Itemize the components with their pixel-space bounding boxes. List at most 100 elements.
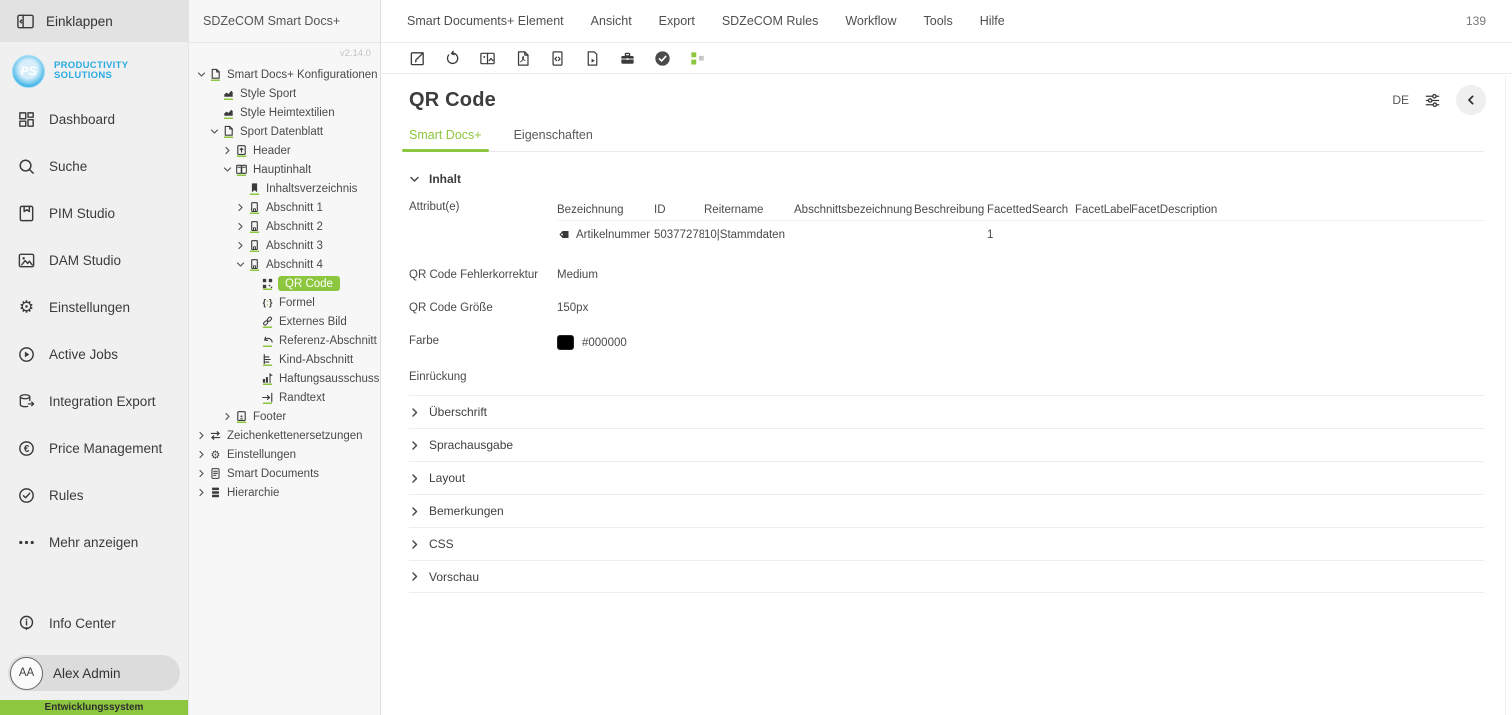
tree-node-label: Abschnitt 4 bbox=[266, 259, 323, 271]
tab-eigenschaften[interactable]: Eigenschaften bbox=[514, 128, 593, 151]
qr-size-value[interactable]: 150px bbox=[557, 300, 588, 314]
menu-workflow[interactable]: Workflow bbox=[845, 14, 896, 28]
tree-node-footer[interactable]: Footer bbox=[189, 407, 380, 426]
tree-chevron-right-icon[interactable] bbox=[195, 431, 208, 440]
section-header-sprachausgabe[interactable]: Sprachausgabe bbox=[409, 428, 1484, 461]
sidebar-item-suche[interactable]: Suche bbox=[0, 143, 188, 190]
tree-chevron-right-icon[interactable] bbox=[195, 488, 208, 497]
chevron-down-icon bbox=[409, 174, 420, 185]
tree-node-smart-documents[interactable]: Smart Documents bbox=[189, 464, 380, 483]
sidebar-item-dam-studio[interactable]: DAM Studio bbox=[0, 237, 188, 284]
menubar: Smart Documents+ Element Ansicht Export SDZ… bbox=[381, 0, 1512, 43]
sidebar-item-rules[interactable]: Rules bbox=[0, 472, 188, 519]
tree-node-label: Abschnitt 2 bbox=[266, 221, 323, 233]
menu-ansicht[interactable]: Ansicht bbox=[591, 14, 632, 28]
column-header-beschreibung: Beschreibung bbox=[914, 204, 987, 216]
tree-node-formel[interactable]: {:}Formel bbox=[189, 293, 380, 312]
collapse-sidebar-button[interactable]: Einklappen bbox=[0, 0, 188, 42]
tree-chevron-down-icon[interactable] bbox=[195, 70, 208, 79]
tree-node-style-heimtextilien[interactable]: Style Heimtextilien bbox=[189, 103, 380, 122]
tree-node-qr-code[interactable]: QR Code bbox=[189, 274, 380, 293]
tree-node-kind-abschnitt[interactable]: Kind-Abschnitt bbox=[189, 350, 380, 369]
structure-icon[interactable] bbox=[689, 50, 706, 67]
tree-node-hauptinhalt[interactable]: Hauptinhalt bbox=[189, 160, 380, 179]
sidebar-item-pim-studio[interactable]: PIM Studio bbox=[0, 190, 188, 237]
column-header-facetdescription: FacetDescription bbox=[1131, 204, 1226, 216]
tree-node-smart-docs-konfigurationen[interactable]: Smart Docs+ Konfigurationen bbox=[189, 65, 380, 84]
tree-node-label: Inhaltsverzeichnis bbox=[266, 183, 357, 195]
section-header-css[interactable]: CSS bbox=[409, 527, 1484, 560]
section-header-layout[interactable]: Layout bbox=[409, 461, 1484, 494]
tree-node-header[interactable]: Header bbox=[189, 141, 380, 160]
tree-node-hierarchie[interactable]: Hierarchie bbox=[189, 483, 380, 502]
tree-chevron-down-icon[interactable] bbox=[208, 127, 221, 136]
tree-chevron-right-icon[interactable] bbox=[195, 469, 208, 478]
field-attribute: Attribut(e) BezeichnungIDReiternameAbsch… bbox=[409, 199, 1484, 248]
color-swatch[interactable] bbox=[557, 335, 574, 350]
tree-chevron-right-icon[interactable] bbox=[234, 222, 247, 231]
sidebar-item-dashboard[interactable]: Dashboard bbox=[0, 96, 188, 143]
attribute-row[interactable]: Artikelnummer5037727810|Stammdaten1 bbox=[557, 221, 1484, 248]
page-title: QR Code bbox=[409, 89, 1484, 112]
svg-text:€: € bbox=[23, 444, 29, 455]
collapse-panel-icon bbox=[15, 12, 35, 31]
user-menu[interactable]: AA Alex Admin bbox=[8, 655, 180, 691]
formula-icon: {:} bbox=[260, 296, 274, 309]
tree-node-externes-bild[interactable]: Externes Bild bbox=[189, 312, 380, 331]
validate-icon[interactable] bbox=[654, 50, 671, 67]
tree-node-sport-datenblatt[interactable]: Sport Datenblatt bbox=[189, 122, 380, 141]
menu-sdzecom-rules[interactable]: SDZeCOM Rules bbox=[722, 14, 819, 28]
error-correction-value[interactable]: Medium bbox=[557, 267, 598, 281]
preview-book-icon[interactable] bbox=[479, 50, 496, 67]
tune-settings-icon[interactable] bbox=[1424, 92, 1441, 109]
tree-node-abschnitt-4[interactable]: Abschnitt 4 bbox=[189, 255, 380, 274]
tree-node-zeichenkettenersetzungen[interactable]: Zeichenkettenersetzungen bbox=[189, 426, 380, 445]
section-header-inhalt[interactable]: Inhalt bbox=[409, 167, 1484, 191]
sidebar-item-info-center[interactable]: Info Center bbox=[0, 600, 188, 647]
tree-chevron-right-icon[interactable] bbox=[195, 450, 208, 459]
section-icon bbox=[247, 239, 261, 252]
sidebar-item-mehr-anzeigen[interactable]: Mehr anzeigen bbox=[0, 519, 188, 566]
tree-node-einstellungen[interactable]: ⚙Einstellungen bbox=[189, 445, 380, 464]
run-document-icon[interactable] bbox=[584, 50, 601, 67]
field-color: Farbe #000000 bbox=[409, 333, 1484, 350]
tree-node-label: QR Code bbox=[278, 276, 340, 291]
tree-node-referenz-abschnitt[interactable]: Referenz-Abschnitt bbox=[189, 331, 380, 350]
menu-smart-documents-element[interactable]: Smart Documents+ Element bbox=[407, 14, 564, 28]
tree-chevron-down-icon[interactable] bbox=[221, 165, 234, 174]
sidebar-item-integration-export[interactable]: Integration Export bbox=[0, 378, 188, 425]
section-header-vorschau[interactable]: Vorschau bbox=[409, 560, 1484, 593]
menu-export[interactable]: Export bbox=[659, 14, 695, 28]
tree-chevron-right-icon[interactable] bbox=[234, 203, 247, 212]
tree-chevron-down-icon[interactable] bbox=[234, 260, 247, 269]
language-indicator[interactable]: DE bbox=[1392, 93, 1409, 107]
code-export-icon[interactable] bbox=[549, 50, 566, 67]
tree-chevron-right-icon[interactable] bbox=[221, 412, 234, 421]
edit-icon[interactable] bbox=[409, 50, 426, 67]
tree-node-randtext[interactable]: Randtext bbox=[189, 388, 380, 407]
tree-chevron-right-icon[interactable] bbox=[234, 241, 247, 250]
tree-node-abschnitt-3[interactable]: Abschnitt 3 bbox=[189, 236, 380, 255]
tree-node-abschnitt-1[interactable]: Abschnitt 1 bbox=[189, 198, 380, 217]
toolbox-icon[interactable] bbox=[619, 50, 636, 67]
tree-node-label: Smart Docs+ Konfigurationen bbox=[227, 69, 378, 81]
tab-smart-docs[interactable]: Smart Docs+ bbox=[409, 128, 482, 151]
tree-node-inhaltsverzeichnis[interactable]: Inhaltsverzeichnis bbox=[189, 179, 380, 198]
dam-studio-icon bbox=[16, 251, 36, 270]
reload-icon[interactable] bbox=[444, 50, 461, 67]
sidebar-item-price-management[interactable]: €Price Management bbox=[0, 425, 188, 472]
menu-tools[interactable]: Tools bbox=[924, 14, 953, 28]
tree-chevron-right-icon[interactable] bbox=[221, 146, 234, 155]
tree-node-haftungsausschuss[interactable]: Haftungsausschuss bbox=[189, 369, 380, 388]
pdf-export-icon[interactable] bbox=[514, 50, 531, 67]
sidebar-item-active-jobs[interactable]: Active Jobs bbox=[0, 331, 188, 378]
column-header-facettedsearch: FacettedSearch bbox=[987, 204, 1075, 216]
sidebar-item-einstellungen[interactable]: ⚙Einstellungen bbox=[0, 284, 188, 331]
section-header-berschrift[interactable]: Überschrift bbox=[409, 395, 1484, 428]
section-header-bemerkungen[interactable]: Bemerkungen bbox=[409, 494, 1484, 527]
tree-node-style-sport[interactable]: Style Sport bbox=[189, 84, 380, 103]
color-hex[interactable]: #000000 bbox=[582, 337, 627, 349]
collapse-detail-button[interactable] bbox=[1456, 85, 1486, 115]
tree-node-abschnitt-2[interactable]: Abschnitt 2 bbox=[189, 217, 380, 236]
menu-hilfe[interactable]: Hilfe bbox=[980, 14, 1005, 28]
